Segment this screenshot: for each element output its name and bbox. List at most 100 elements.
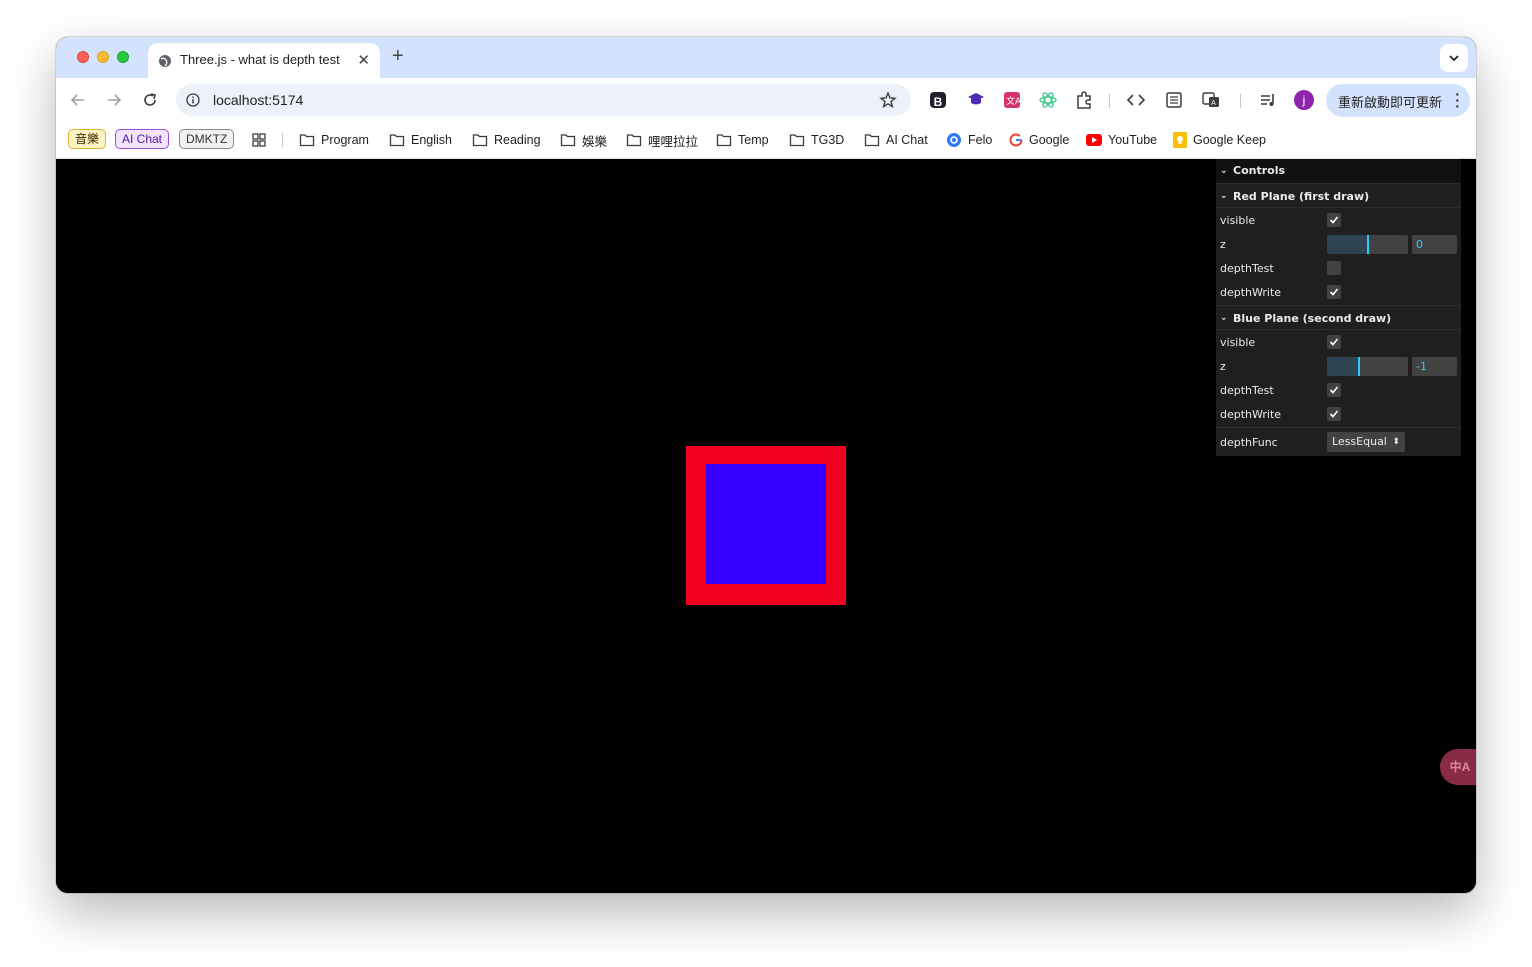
floating-translate-button[interactable]: 中A [1440, 749, 1476, 785]
bookmark-dmktz[interactable]: DMKTZ [179, 129, 235, 149]
tab-search-button[interactable] [1440, 44, 1468, 72]
bookmark-folder-label: 哩哩拉拉 [648, 134, 699, 149]
toolbar: localhost:5174 B 24 文A [56, 78, 1476, 153]
bookmark-folder-temp[interactable]: Temp [716, 131, 769, 149]
control-label: depthTest [1220, 384, 1274, 397]
active-tab[interactable]: Three.js - what is depth test ✕ [148, 43, 380, 78]
bookmark-youtube[interactable]: YouTube [1086, 131, 1157, 149]
blue-plane [706, 464, 826, 584]
bookmark-folder-english[interactable]: English [389, 131, 452, 149]
forward-arrow-icon[interactable] [106, 92, 122, 108]
reading-list-icon[interactable] [1164, 90, 1184, 110]
react-devtools-icon[interactable] [1038, 90, 1058, 110]
select-arrows-icon: ⬍ [1392, 437, 1400, 447]
control-label: visible [1220, 336, 1256, 349]
reload-icon[interactable] [142, 92, 158, 108]
close-tab-icon[interactable]: ✕ [357, 51, 370, 69]
red-visible-checkbox[interactable] [1327, 213, 1341, 227]
checkmark-icon [1329, 410, 1339, 418]
apps-grid-icon[interactable] [251, 132, 267, 148]
bookmark-folder-ai-chat[interactable]: AI Chat [864, 131, 928, 149]
bookmark-folder-entertainment[interactable]: 娛樂 [560, 131, 607, 149]
blue-depthwrite-checkbox[interactable] [1327, 407, 1341, 421]
bookmark-folder-misc[interactable]: 哩哩拉拉 [626, 131, 698, 149]
bookmark-folder-label: English [411, 133, 452, 147]
slider-thumb[interactable] [1367, 235, 1369, 254]
blue-z-slider[interactable] [1327, 357, 1408, 376]
close-window-button[interactable] [77, 51, 89, 63]
new-tab-button[interactable]: + [392, 45, 404, 68]
checkmark-icon [1329, 288, 1339, 296]
red-z-input[interactable]: 0 [1412, 235, 1457, 254]
url-text[interactable]: localhost:5174 [213, 92, 303, 108]
tab-title: Three.js - what is depth test [180, 52, 340, 67]
folder-icon [560, 134, 576, 147]
update-button[interactable]: 重新啟動即可更新 · · · [1326, 84, 1470, 117]
control-label: depthWrite [1220, 286, 1282, 299]
bookmark-google-keep[interactable]: Google Keep [1173, 131, 1266, 149]
translate-extension-icon[interactable]: 文A [1002, 90, 1022, 110]
blue-z-input[interactable]: -1 [1412, 357, 1457, 376]
google-icon [1009, 133, 1023, 147]
bookmark-felo[interactable]: Felo [946, 131, 992, 149]
minimize-window-button[interactable] [97, 51, 109, 63]
red-z-slider[interactable] [1327, 235, 1408, 254]
folder-title-label: Red Plane (first draw) [1233, 190, 1370, 203]
control-label: depthFunc [1220, 436, 1278, 449]
bookmark-music[interactable]: 音樂 [68, 129, 107, 149]
google-translate-icon[interactable]: A [1201, 90, 1221, 110]
bookmark-folder-tg3d[interactable]: TG3D [789, 131, 844, 149]
extension-b-icon[interactable]: B [930, 92, 946, 109]
folder-icon [626, 134, 642, 147]
depthfunc-select[interactable]: LessEqual ⬍ [1327, 432, 1405, 452]
more-menu-icon[interactable]: · · · [1455, 87, 1460, 113]
blue-z-row: z -1 [1216, 354, 1461, 378]
maximize-window-button[interactable] [117, 51, 129, 63]
bookmarks-bar: 音樂 AI Chat DMKTZ Program English Reading… [56, 122, 1476, 159]
extensions-puzzle-icon[interactable] [1074, 90, 1094, 110]
controls-title-bar[interactable]: ⌄ Controls [1216, 159, 1461, 183]
threejs-canvas[interactable]: ⌄ Controls ⌄ Red Plane (first draw) visi… [56, 159, 1476, 893]
extension-graduation-icon[interactable] [966, 90, 986, 110]
control-label: z [1220, 360, 1226, 373]
slider-thumb[interactable] [1358, 357, 1360, 376]
bookmark-folder-label: 娛樂 [582, 134, 608, 149]
back-arrow-icon[interactable] [70, 92, 86, 108]
browser-window: Three.js - what is depth test ✕ + localh… [56, 37, 1476, 893]
google-keep-icon [1173, 132, 1187, 148]
folder-icon [389, 134, 405, 147]
site-info-icon[interactable] [186, 93, 200, 107]
address-bar[interactable]: localhost:5174 [176, 84, 911, 116]
bookmark-folder-reading[interactable]: Reading [472, 131, 541, 149]
blue-depthwrite-row: depthWrite [1216, 402, 1461, 427]
media-control-icon[interactable] [1258, 90, 1278, 110]
bookmark-star-icon[interactable] [879, 91, 897, 109]
checkmark-icon [1329, 216, 1339, 224]
code-icon[interactable] [1126, 90, 1146, 110]
chevron-down-icon: ⌄ [1220, 166, 1228, 176]
red-plane-folder-title[interactable]: ⌄ Red Plane (first draw) [1216, 183, 1461, 208]
bookmark-google[interactable]: Google [1009, 131, 1069, 149]
blue-visible-checkbox[interactable] [1327, 335, 1341, 349]
blue-depthtest-checkbox[interactable] [1327, 383, 1341, 397]
blue-visible-row: visible [1216, 330, 1461, 354]
blue-plane-folder-title[interactable]: ⌄ Blue Plane (second draw) [1216, 305, 1461, 330]
folder-icon [864, 134, 880, 147]
controls-title: Controls [1233, 164, 1286, 177]
folder-title-label: Blue Plane (second draw) [1233, 312, 1392, 325]
control-label: depthTest [1220, 262, 1274, 275]
checkmark-icon [1329, 386, 1339, 394]
bookmark-link-label: YouTube [1108, 133, 1158, 147]
checkmark-icon [1329, 338, 1339, 346]
bookmarks-separator [282, 133, 283, 147]
chevron-down-icon [1449, 55, 1459, 62]
red-depthtest-checkbox[interactable] [1327, 261, 1341, 275]
red-depthwrite-checkbox[interactable] [1327, 285, 1341, 299]
chevron-down-icon: ⌄ [1220, 313, 1228, 323]
blue-depthtest-row: depthTest [1216, 378, 1461, 402]
bookmark-link-label: Felo [968, 133, 993, 147]
profile-avatar[interactable]: j [1294, 90, 1314, 110]
bookmark-ai-chat-pill[interactable]: AI Chat [115, 129, 170, 149]
red-depthtest-row: depthTest [1216, 256, 1461, 280]
bookmark-folder-program[interactable]: Program [299, 131, 369, 149]
